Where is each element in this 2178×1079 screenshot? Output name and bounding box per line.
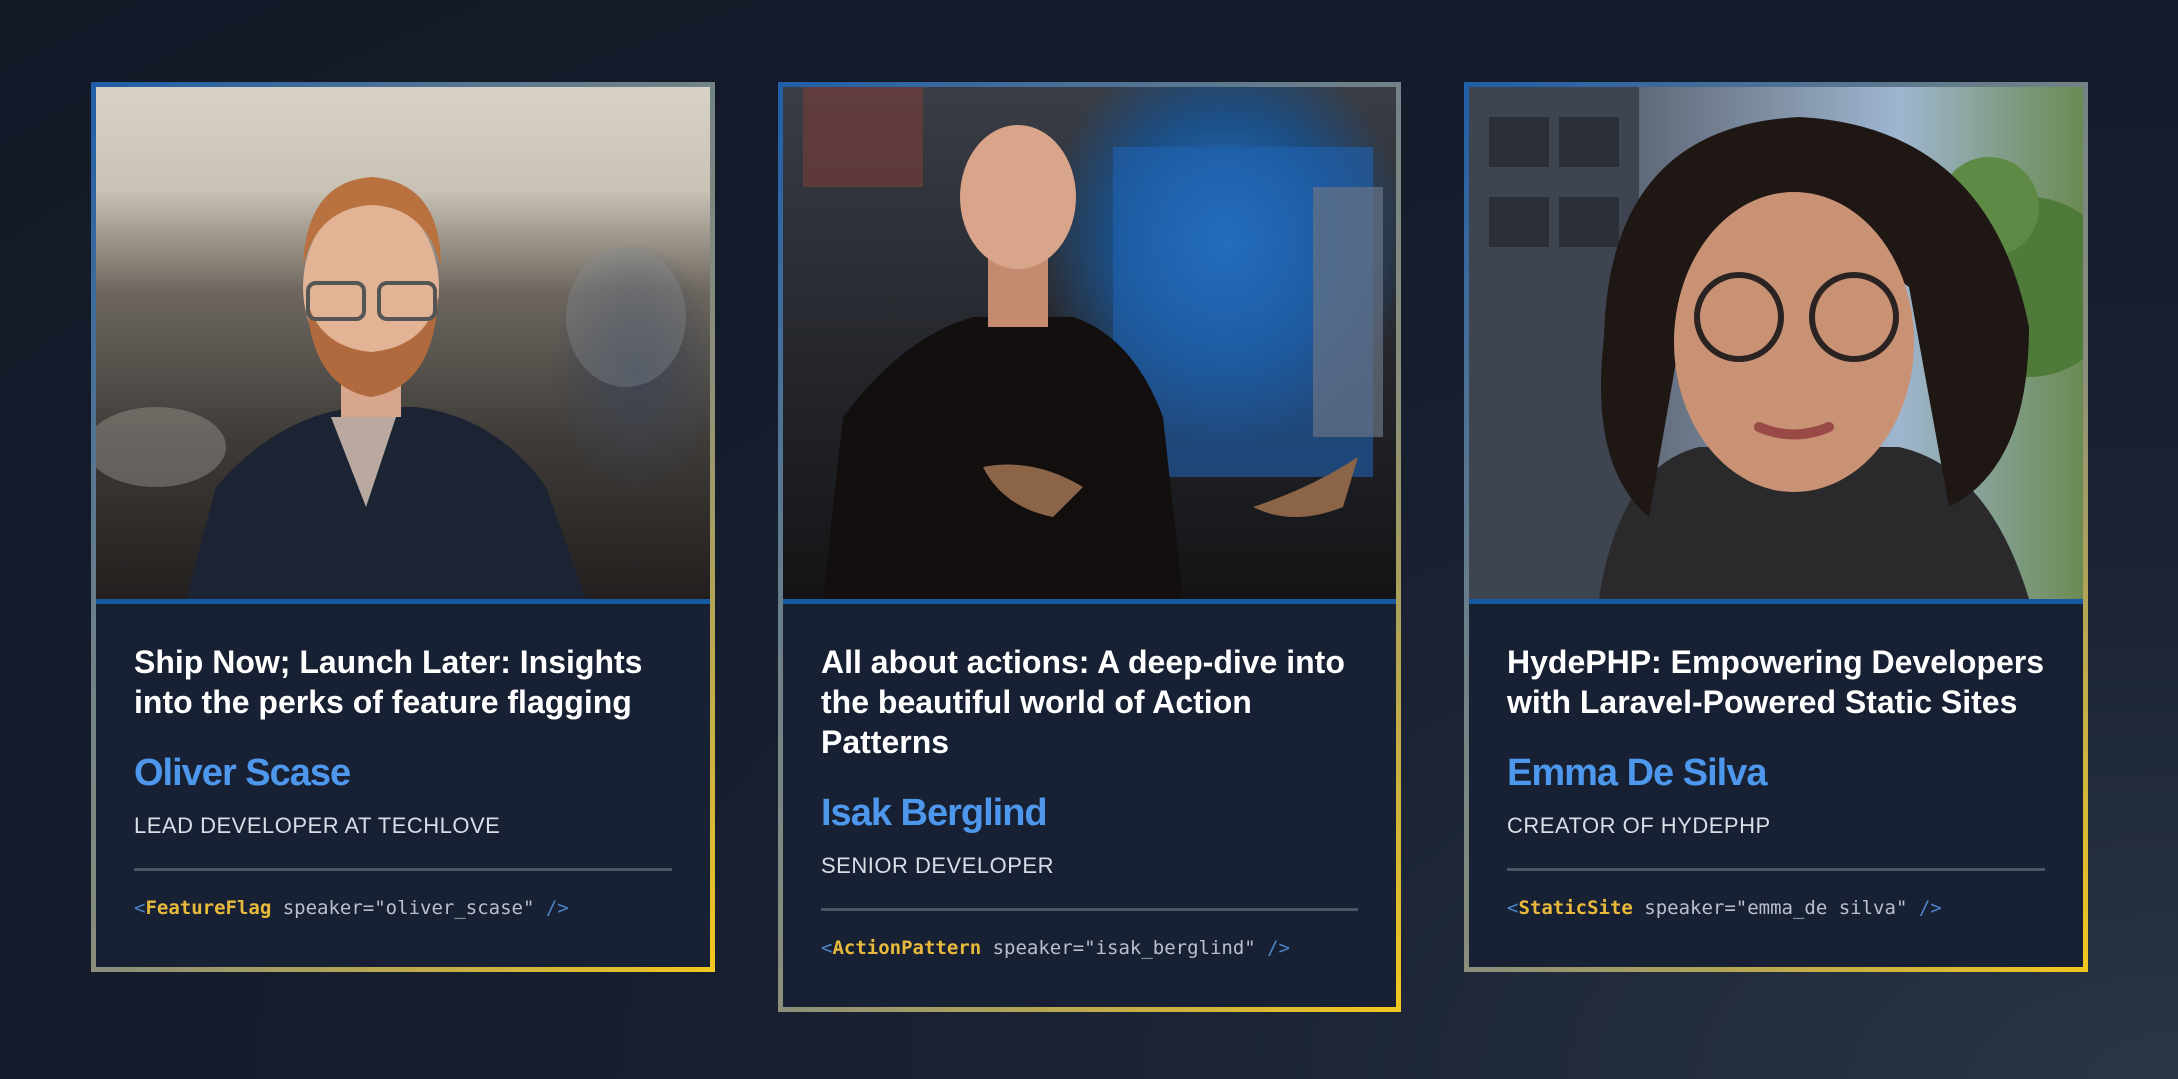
code-tag: FeatureFlag	[145, 897, 272, 919]
code-tag: ActionPattern	[832, 937, 982, 959]
divider	[821, 908, 1358, 911]
code-close-bracket: />	[545, 897, 569, 919]
talk-title: HydePHP: Empowering Developers with Lara…	[1507, 644, 2045, 720]
code-attr: speaker="oliver_scase"	[271, 897, 546, 919]
talk-title: Ship Now; Launch Later: Insights into th…	[134, 644, 643, 720]
speaker-role: LEAD DEVELOPER AT TECHLOVE	[134, 813, 501, 838]
speaker-photo	[783, 87, 1396, 604]
speaker-photo	[96, 87, 710, 604]
code-open-bracket: <	[1507, 897, 1519, 919]
divider	[1507, 868, 2045, 871]
code-open-bracket: <	[134, 897, 146, 919]
speaker-role: CREATOR OF HYDEPHP	[1507, 813, 1771, 838]
talk-title: All about actions: A deep-dive into the …	[821, 644, 1345, 760]
code-open-bracket: <	[821, 937, 833, 959]
speaker-card-2[interactable]: All about actions: A deep-dive into the …	[778, 82, 1401, 1012]
code-close-bracket: />	[1918, 897, 1942, 919]
speaker-name[interactable]: Isak Berglind	[821, 790, 1358, 836]
speaker-name[interactable]: Emma De Silva	[1507, 750, 2045, 796]
code-attr: speaker="isak_berglind"	[981, 937, 1268, 959]
divider	[134, 868, 672, 871]
speaker-card-1[interactable]: Ship Now; Launch Later: Insights into th…	[91, 82, 715, 972]
speaker-photo	[1469, 87, 2083, 604]
code-tag: StaticSite	[1518, 897, 1633, 919]
code-snippet: <StaticSite speaker="emma_de silva" />	[1507, 897, 2045, 919]
speaker-card-3[interactable]: HydePHP: Empowering Developers with Lara…	[1464, 82, 2088, 972]
code-snippet: <FeatureFlag speaker="oliver_scase" />	[134, 897, 672, 919]
speaker-name[interactable]: Oliver Scase	[134, 750, 672, 796]
code-close-bracket: />	[1267, 937, 1291, 959]
speaker-role: SENIOR DEVELOPER	[821, 853, 1054, 878]
code-attr: speaker="emma_de silva"	[1632, 897, 1919, 919]
code-snippet: <ActionPattern speaker="isak_berglind" /…	[821, 937, 1358, 959]
